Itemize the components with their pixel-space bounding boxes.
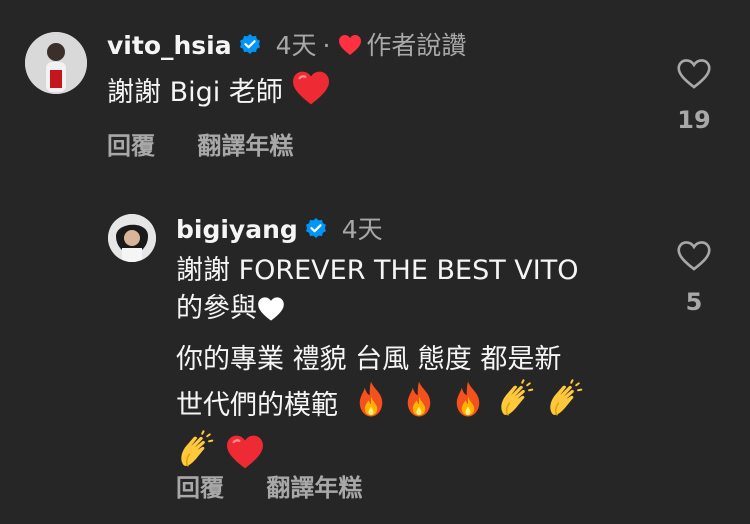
avatar-image: [108, 214, 156, 262]
red-heart-emoji: [291, 70, 331, 117]
author-liked-label: 作者說讚: [366, 31, 467, 60]
verified-badge-icon: [238, 33, 262, 64]
comment-text-line-wrap: 的參與: [176, 290, 585, 333]
comment-text: 謝謝 Bigi 老師: [107, 70, 331, 117]
translate-button[interactable]: 翻譯年糕: [266, 474, 362, 502]
like-column: 5: [674, 240, 714, 316]
reply-button[interactable]: 回覆: [107, 132, 155, 160]
avatar-image: [25, 32, 87, 94]
comment-bigiyang: bigiyang 4天 謝謝 FOREVER THE BEST VITO 的參與…: [0, 190, 750, 524]
avatar[interactable]: [108, 214, 156, 262]
comment-text-line: 謝謝 Bigi 老師: [107, 77, 283, 108]
heart-outline-icon[interactable]: [674, 240, 714, 276]
username[interactable]: bigiyang: [176, 215, 298, 244]
emoji-group: [351, 379, 585, 421]
clapping-hands-emoji: [545, 379, 585, 430]
comment-text-line: 世代們的模範: [176, 390, 338, 421]
comment-text-line-wrap: 世代們的模範: [176, 379, 585, 430]
like-column: 19: [674, 58, 714, 134]
comment-text-line: 謝謝 FOREVER THE BEST VITO: [176, 255, 579, 286]
comment-time: 4天: [341, 215, 383, 244]
fire-emoji: [399, 379, 439, 430]
fire-emoji: [351, 379, 391, 430]
comment-vito-hsia: vito_hsia 4天 · 作者說讚 謝謝 Bigi 老師 回覆 翻譯年糕 19: [0, 0, 750, 170]
comment-header: vito_hsia 4天 · 作者說讚: [107, 31, 466, 64]
separator-dot: ·: [322, 31, 331, 60]
clapping-hands-emoji: [496, 379, 536, 430]
heart-outline-icon[interactable]: [674, 58, 714, 94]
translate-button[interactable]: 翻譯年糕: [197, 132, 293, 160]
comment-text-line: 的參與: [176, 293, 257, 324]
reply-button[interactable]: 回覆: [176, 474, 224, 502]
fire-emoji: [448, 379, 488, 430]
comment-actions: 回覆 翻譯年糕: [176, 468, 362, 503]
red-heart-icon: [338, 33, 362, 63]
comment-actions: 回覆 翻譯年糕: [107, 126, 293, 161]
verified-badge-icon: [304, 217, 328, 248]
white-heart-emoji: [257, 295, 285, 333]
username[interactable]: vito_hsia: [107, 31, 232, 60]
comment-time: 4天: [275, 31, 317, 60]
comment-header: bigiyang 4天: [176, 215, 383, 248]
comment-text-line: 你的專業 禮貌 台風 態度 都是新: [176, 344, 562, 375]
avatar[interactable]: [25, 32, 87, 94]
comments-screen: vito_hsia 4天 · 作者說讚 謝謝 Bigi 老師 回覆 翻譯年糕 19: [0, 0, 750, 524]
like-count: 19: [677, 106, 711, 134]
like-count: 5: [685, 288, 703, 316]
comment-text: 謝謝 FOREVER THE BEST VITO 的參與 你的專業 禮貌 台風 …: [176, 252, 585, 481]
